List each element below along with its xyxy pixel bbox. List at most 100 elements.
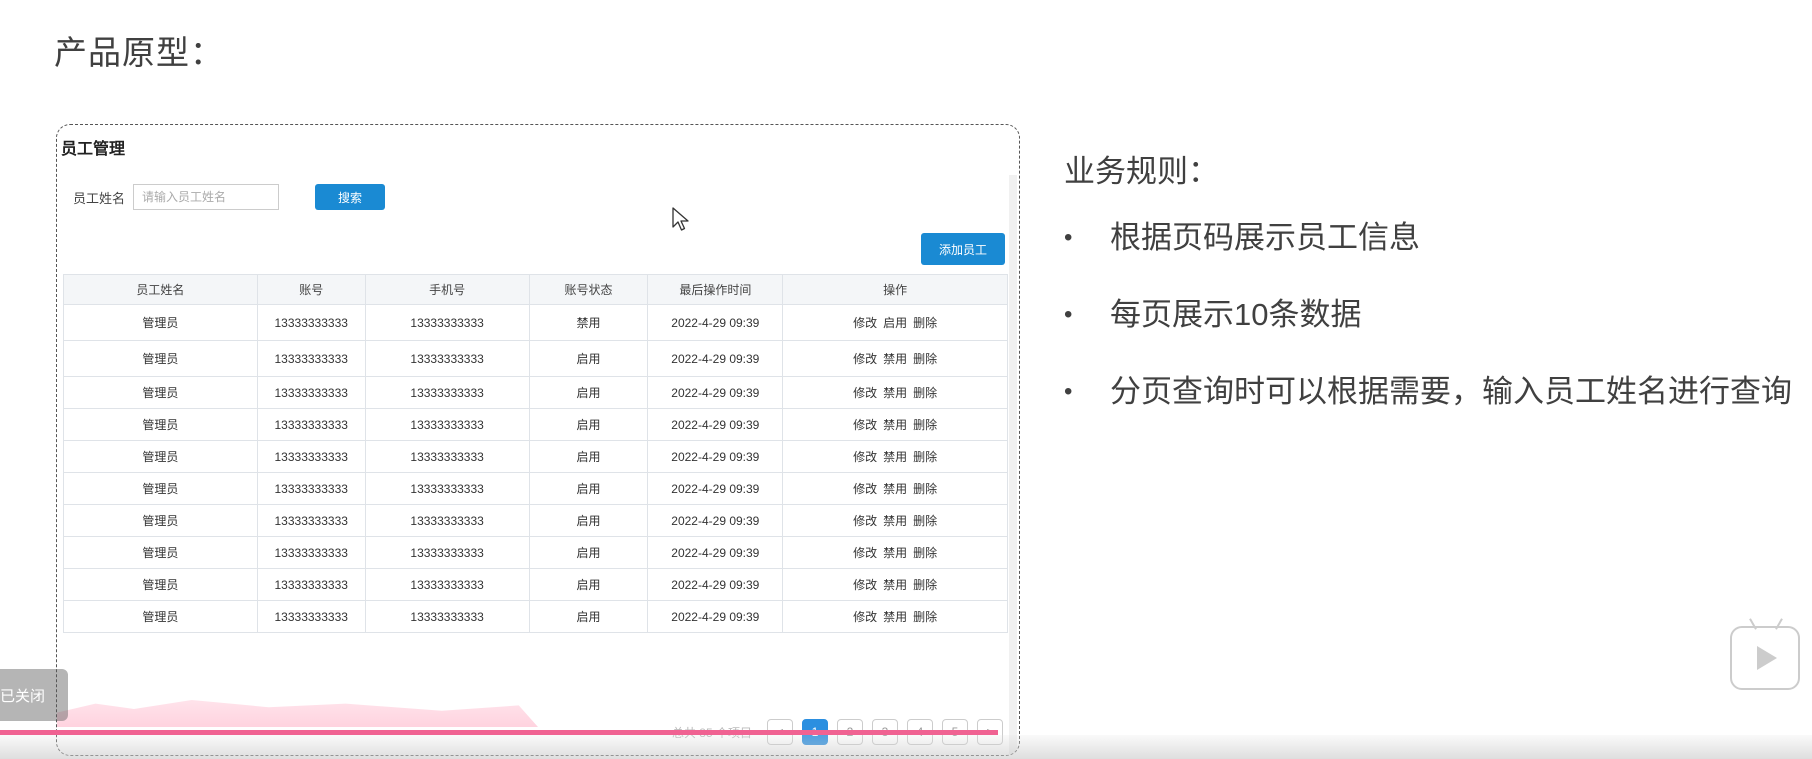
toggle-status-link[interactable]: 禁用	[883, 610, 907, 624]
delete-link[interactable]: 删除	[913, 514, 937, 528]
toggle-status-link[interactable]: 禁用	[883, 450, 907, 464]
edit-link[interactable]: 修改	[853, 316, 877, 330]
delete-link[interactable]: 删除	[913, 418, 937, 432]
edit-link[interactable]: 修改	[853, 386, 877, 400]
prototype-panel: 员工管理 员工姓名 搜索 添加员工 员工姓名 账号 手机号 账号状态 最后操作时…	[56, 124, 1020, 756]
toggle-status-link[interactable]: 禁用	[883, 418, 907, 432]
cell-time: 2022-4-29 09:39	[647, 568, 784, 601]
table-row: 管理员 13333333333 13333333333 启用 2022-4-29 09:…	[63, 340, 1008, 377]
table-row: 管理员 13333333333 13333333333 启用 2022-4-29 09:…	[63, 568, 1008, 601]
toggle-status-link[interactable]: 启用	[883, 316, 907, 330]
edit-link[interactable]: 修改	[853, 418, 877, 432]
edit-link[interactable]: 修改	[853, 610, 877, 624]
table-row: 管理员 13333333333 13333333333 启用 2022-4-29 09:…	[63, 472, 1008, 505]
cell-time: 2022-4-29 09:39	[647, 304, 784, 341]
delete-link[interactable]: 删除	[913, 482, 937, 496]
cell-status: 启用	[528, 376, 649, 409]
slide-title: 产品原型：	[54, 34, 224, 71]
column-header-phone: 手机号	[364, 274, 530, 305]
cell-name: 管理员	[63, 304, 258, 341]
cell-account: 13333333333	[256, 440, 366, 473]
rules-list: 根据页码展示员工信息 每页展示10条数据 分页查询时可以根据需要，输入员工姓名进…	[1064, 210, 1792, 441]
column-header-status: 账号状态	[528, 274, 649, 305]
add-employee-button[interactable]: 添加员工	[921, 233, 1005, 265]
cell-name: 管理员	[63, 340, 258, 377]
edit-link[interactable]: 修改	[853, 514, 877, 528]
column-header-name: 员工姓名	[63, 274, 258, 305]
cell-time: 2022-4-29 09:39	[647, 376, 784, 409]
cell-time: 2022-4-29 09:39	[647, 408, 784, 441]
mouse-cursor-icon	[672, 207, 689, 231]
cell-status: 启用	[528, 340, 649, 377]
delete-link[interactable]: 删除	[913, 578, 937, 592]
table-row: 管理员 13333333333 13333333333 启用 2022-4-29 09:…	[63, 600, 1008, 633]
edit-link[interactable]: 修改	[853, 352, 877, 366]
panel-title: 员工管理	[61, 141, 126, 158]
cell-actions: 修改 禁用 删除	[782, 340, 1008, 377]
cell-account: 13333333333	[256, 340, 366, 377]
cell-phone: 13333333333	[364, 440, 530, 473]
rule-item: 分页查询时可以根据需要，输入员工姓名进行查询	[1064, 364, 1792, 441]
column-header-account: 账号	[256, 274, 366, 305]
cell-time: 2022-4-29 09:39	[647, 472, 784, 505]
toggle-status-link[interactable]: 禁用	[883, 578, 907, 592]
cell-actions: 修改 启用 删除	[782, 304, 1008, 341]
cell-account: 13333333333	[256, 504, 366, 537]
toggle-status-link[interactable]: 禁用	[883, 386, 907, 400]
table-row: 管理员 13333333333 13333333333 启用 2022-4-29 09:…	[63, 440, 1008, 473]
cell-time: 2022-4-29 09:39	[647, 536, 784, 569]
cell-phone: 13333333333	[364, 536, 530, 569]
cell-time: 2022-4-29 09:39	[647, 440, 784, 473]
table-row: 管理员 13333333333 13333333333 禁用 2022-4-29 09:…	[63, 304, 1008, 341]
cell-name: 管理员	[63, 472, 258, 505]
rules-title: 业务规则：	[1064, 154, 1219, 189]
cell-phone: 13333333333	[364, 340, 530, 377]
search-button[interactable]: 搜索	[315, 184, 386, 210]
cell-phone: 13333333333	[364, 600, 530, 633]
toggle-status-link[interactable]: 禁用	[883, 352, 907, 366]
toggle-status-link[interactable]: 禁用	[883, 482, 907, 496]
cell-status: 启用	[528, 472, 649, 505]
employee-name-input[interactable]	[133, 184, 280, 210]
rule-item: 每页展示10条数据	[1064, 287, 1792, 364]
edit-link[interactable]: 修改	[853, 450, 877, 464]
cell-name: 管理员	[63, 536, 258, 569]
delete-link[interactable]: 删除	[913, 610, 937, 624]
video-control-strip	[0, 735, 1812, 759]
cell-status: 启用	[528, 600, 649, 633]
bilibili-tv-icon[interactable]	[1730, 618, 1800, 690]
cell-account: 13333333333	[256, 304, 366, 341]
cell-name: 管理员	[63, 568, 258, 601]
cell-actions: 修改 禁用 删除	[782, 472, 1008, 505]
cell-account: 13333333333	[256, 376, 366, 409]
cell-phone: 13333333333	[364, 376, 530, 409]
toggle-status-link[interactable]: 禁用	[883, 546, 907, 560]
delete-link[interactable]: 删除	[913, 450, 937, 464]
search-label: 员工姓名	[73, 190, 126, 206]
cell-status: 启用	[528, 536, 649, 569]
prototype-scrollbar[interactable]	[1009, 175, 1017, 755]
table-row: 管理员 13333333333 13333333333 启用 2022-4-29 09:…	[63, 504, 1008, 537]
cell-actions: 修改 禁用 删除	[782, 568, 1008, 601]
delete-link[interactable]: 删除	[913, 386, 937, 400]
edit-link[interactable]: 修改	[853, 482, 877, 496]
edit-link[interactable]: 修改	[853, 578, 877, 592]
delete-link[interactable]: 删除	[913, 546, 937, 560]
toggle-status-link[interactable]: 禁用	[883, 514, 907, 528]
delete-link[interactable]: 删除	[913, 316, 937, 330]
delete-link[interactable]: 删除	[913, 352, 937, 366]
cell-phone: 13333333333	[364, 504, 530, 537]
cell-name: 管理员	[63, 600, 258, 633]
cell-status: 启用	[528, 440, 649, 473]
cell-status: 禁用	[528, 304, 649, 341]
table-row: 管理员 13333333333 13333333333 启用 2022-4-29 09:…	[63, 376, 1008, 409]
danmaku-closed-badge[interactable]: 已关闭	[0, 669, 68, 721]
edit-link[interactable]: 修改	[853, 546, 877, 560]
cell-actions: 修改 禁用 删除	[782, 440, 1008, 473]
cell-name: 管理员	[63, 440, 258, 473]
cell-phone: 13333333333	[364, 472, 530, 505]
cell-actions: 修改 禁用 删除	[782, 408, 1008, 441]
cell-time: 2022-4-29 09:39	[647, 600, 784, 633]
table-row: 管理员 13333333333 13333333333 启用 2022-4-29 09:…	[63, 408, 1008, 441]
cell-account: 13333333333	[256, 472, 366, 505]
